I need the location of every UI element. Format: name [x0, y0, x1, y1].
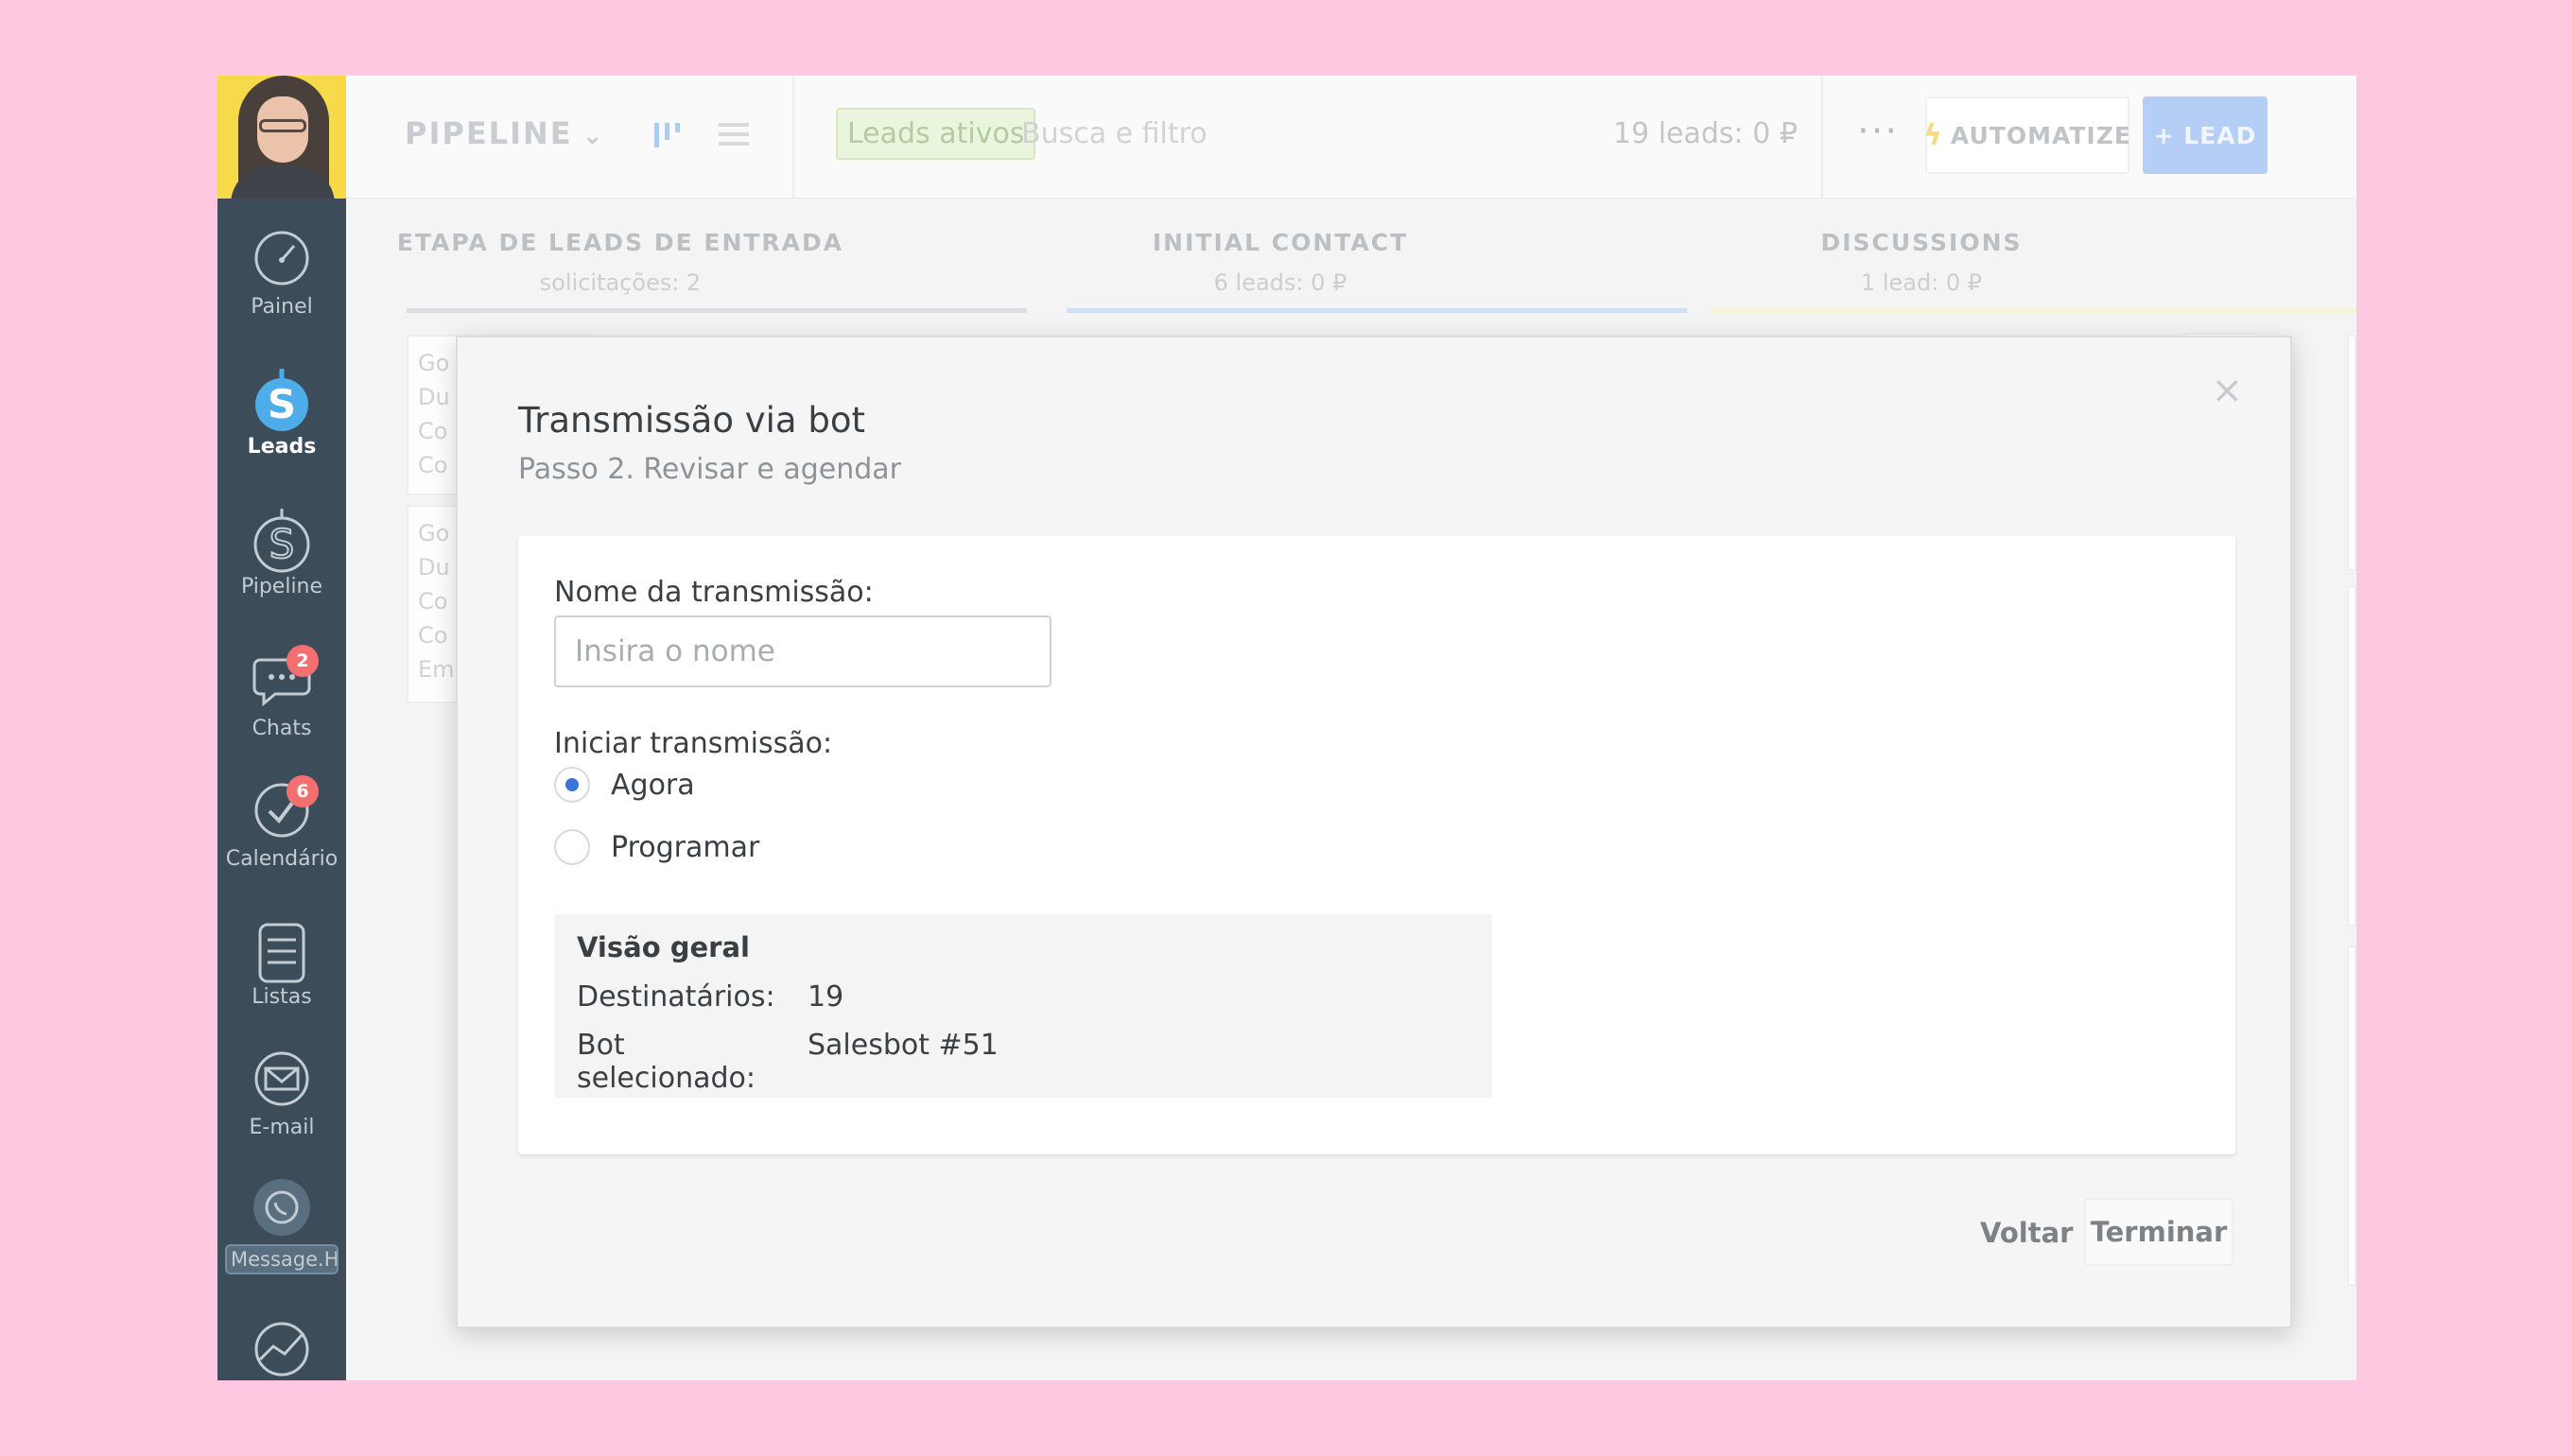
- modal-title: Transmissão via bot: [518, 400, 865, 441]
- finish-button[interactable]: Terminar: [2084, 1198, 2233, 1266]
- recipients-label: Destinatários:: [577, 980, 775, 1014]
- start-label: Iniciar transmissão:: [554, 727, 833, 760]
- radio-button[interactable]: [554, 829, 590, 865]
- broadcast-modal: × Transmissão via bot Passo 2. Revisar e…: [456, 336, 2292, 1328]
- back-button[interactable]: Voltar: [1980, 1217, 2073, 1249]
- overview-heading: Visão geral: [577, 931, 750, 963]
- modal-subtitle: Passo 2. Revisar e agendar: [518, 453, 902, 486]
- name-label: Nome da transmissão:: [554, 576, 874, 609]
- radio-option-now[interactable]: Agora: [554, 767, 695, 803]
- overview-box: Visão geral Destinatários: 19 Bot seleci…: [554, 914, 1492, 1098]
- bot-value: Salesbot #51: [808, 1029, 999, 1062]
- overview-row: Destinatários: 19: [577, 980, 1469, 1014]
- radio-label: Agora: [611, 768, 695, 802]
- bot-label: Bot selecionado:: [577, 1029, 756, 1095]
- recipients-value: 19: [808, 980, 844, 1014]
- close-icon[interactable]: ×: [2211, 372, 2243, 409]
- broadcast-name-input[interactable]: [554, 615, 1051, 687]
- radio-option-schedule[interactable]: Programar: [554, 829, 759, 865]
- radio-button[interactable]: [554, 767, 590, 803]
- modal-form-panel: Nome da transmissão: Iniciar transmissão…: [518, 536, 2235, 1154]
- radio-label: Programar: [611, 830, 760, 864]
- overview-row: Bot selecionado: Salesbot #51: [577, 1029, 1469, 1095]
